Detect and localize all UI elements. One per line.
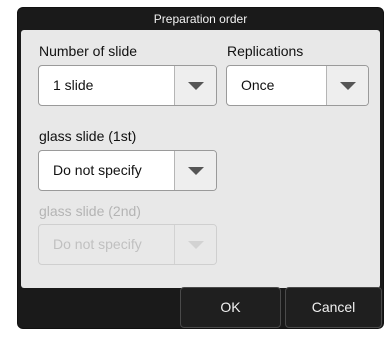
- number-of-slide-dropdown-button[interactable]: [174, 66, 216, 105]
- chevron-down-icon: [187, 240, 204, 249]
- number-of-slide-dropdown[interactable]: 1 slide: [38, 65, 217, 106]
- replications-value: Once: [241, 77, 275, 93]
- ok-button[interactable]: OK: [180, 287, 281, 328]
- glass-slide-2nd-label: glass slide (2nd): [39, 203, 141, 219]
- number-of-slide-label: Number of slide: [39, 43, 138, 59]
- preparation-order-dialog: Preparation order Number of slide 1 slid…: [17, 7, 384, 329]
- dialog-title: Preparation order: [153, 12, 248, 26]
- number-of-slide-value: 1 slide: [53, 77, 94, 93]
- cancel-button[interactable]: Cancel: [285, 287, 382, 328]
- chevron-down-icon: [187, 81, 204, 90]
- chevron-down-icon: [187, 166, 204, 175]
- glass-slide-1st-dropdown-button[interactable]: [174, 151, 216, 190]
- glass-slide-1st-label: glass slide (1st): [39, 128, 137, 144]
- glass-slide-1st-value: Do not specify: [53, 162, 142, 178]
- chevron-down-icon: [339, 81, 356, 90]
- dialog-panel: Number of slide 1 slide Replications Onc…: [21, 30, 380, 288]
- glass-slide-2nd-value: Do not specify: [53, 236, 142, 252]
- glass-slide-2nd-dropdown: Do not specify: [38, 224, 217, 265]
- glass-slide-1st-dropdown[interactable]: Do not specify: [38, 150, 217, 191]
- glass-slide-2nd-dropdown-button: [174, 225, 216, 264]
- replications-dropdown-button[interactable]: [326, 66, 368, 105]
- replications-label: Replications: [227, 43, 304, 59]
- replications-dropdown[interactable]: Once: [226, 65, 369, 106]
